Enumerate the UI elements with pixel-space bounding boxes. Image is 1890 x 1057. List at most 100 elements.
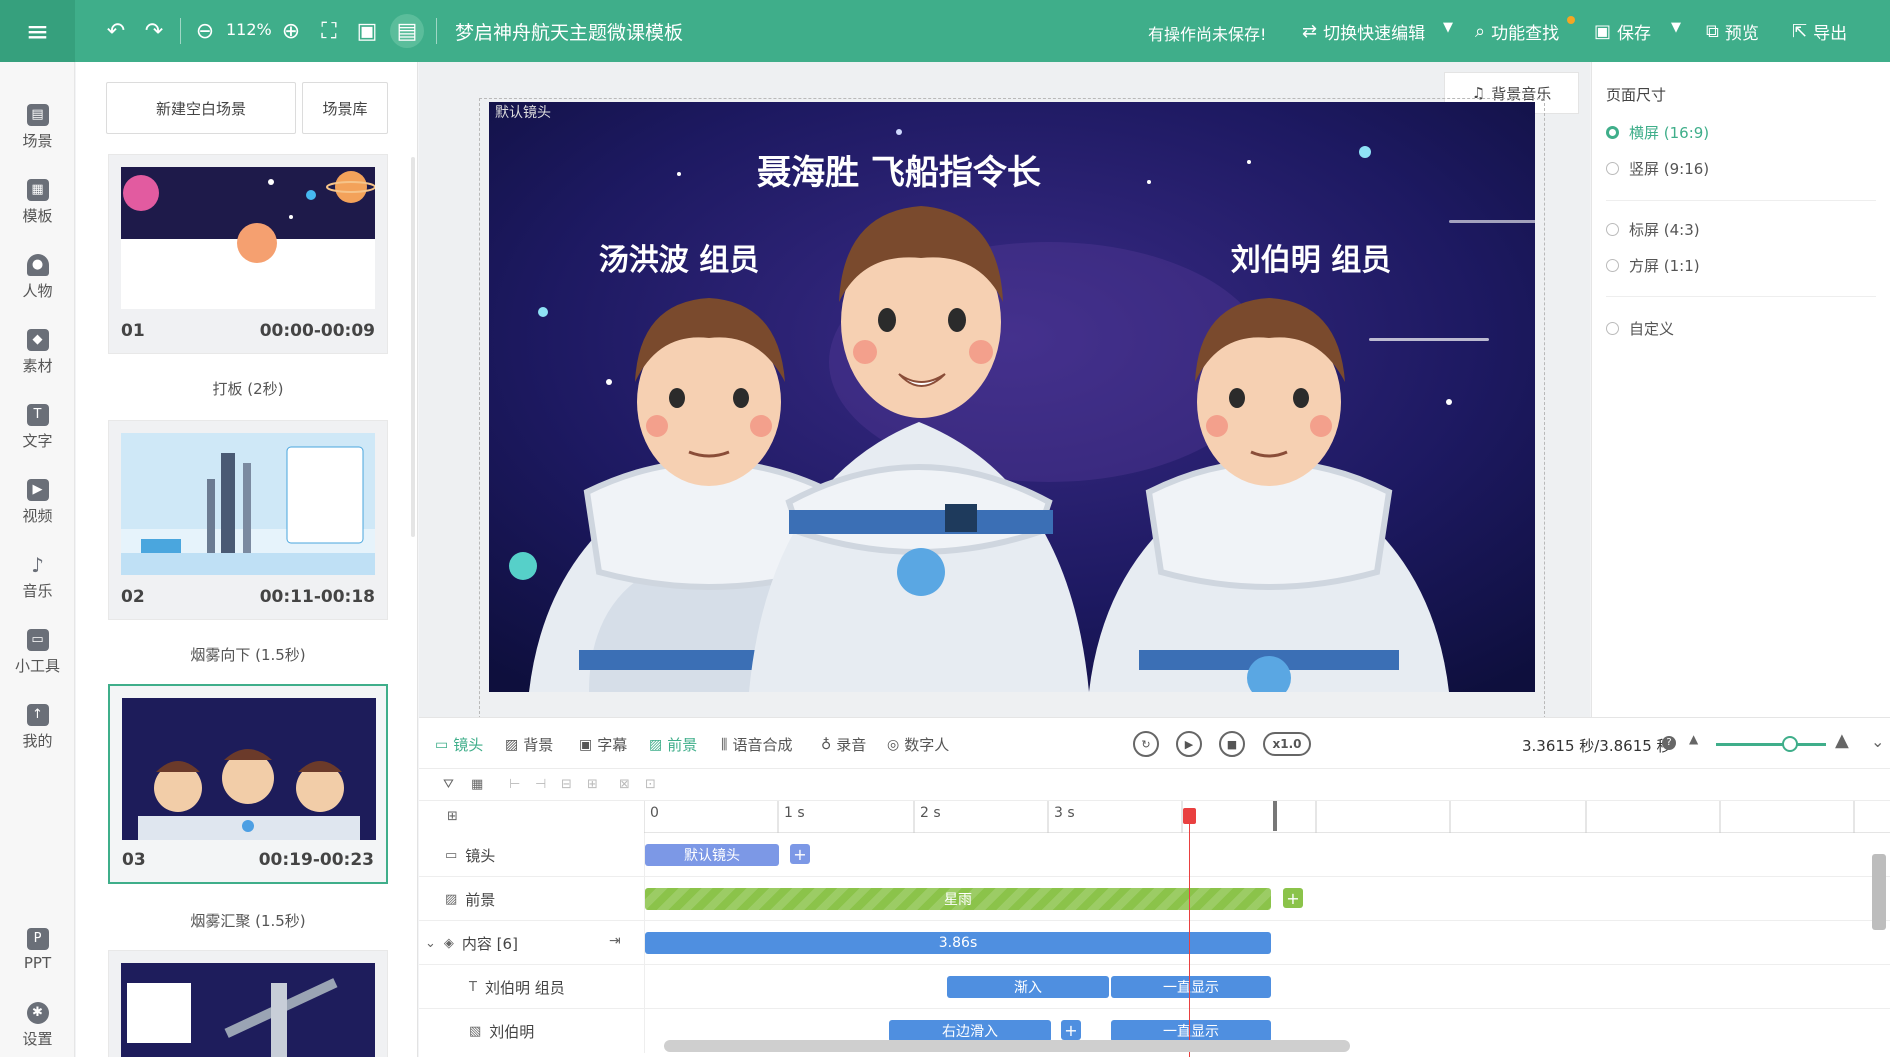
- canvas[interactable]: 聂海胜 飞船指令长 汤洪波 组员 刘伯明 组员: [489, 102, 1535, 692]
- tab-background[interactable]: ▨ 背景: [505, 734, 553, 755]
- switch-edit-button[interactable]: ⇄ 切换快速编辑: [1302, 19, 1425, 44]
- timeline-horizontal-scrollbar[interactable]: [664, 1040, 1350, 1052]
- track-label-text: 前景: [465, 891, 496, 909]
- export-icon: ⇱: [1792, 21, 1808, 42]
- layout-icon[interactable]: ⊞: [447, 809, 458, 824]
- align-left-icon[interactable]: ⊢: [509, 777, 520, 792]
- tab-foreground[interactable]: ▨ 前景: [649, 734, 697, 755]
- radio-square[interactable]: 方屏 (1:1): [1606, 255, 1700, 276]
- nav-ppt[interactable]: P PPT: [0, 928, 75, 972]
- scene-transition[interactable]: 烟雾向下 (1.5秒): [108, 644, 388, 665]
- help-icon[interactable]: ?: [1662, 736, 1676, 750]
- playback-speed[interactable]: x1.0: [1263, 732, 1311, 756]
- clip-lens[interactable]: 默认镜头: [645, 844, 779, 866]
- scene-thumbnail: [121, 963, 375, 1057]
- chevron-down-icon[interactable]: ▼: [1671, 20, 1681, 35]
- stop-icon[interactable]: ■: [1219, 731, 1245, 757]
- zoom-out-timeline-icon[interactable]: ▲: [1689, 732, 1698, 746]
- filter-icon[interactable]: ⛛: [443, 777, 454, 792]
- merge-icon[interactable]: ⊠: [619, 777, 630, 792]
- preview-button[interactable]: ⧉ 预览: [1706, 19, 1759, 44]
- zoom-in-icon[interactable]: ⊕: [276, 16, 306, 46]
- tab-record[interactable]: ♁ 录音: [821, 734, 866, 755]
- scene-transition[interactable]: 烟雾汇聚 (1.5秒): [108, 910, 388, 931]
- canvas-icon[interactable]: ▤: [390, 14, 424, 48]
- scene-card[interactable]: 01 00:00-00:09: [108, 154, 388, 354]
- nav-toolbox[interactable]: ▭ 小工具: [0, 629, 75, 676]
- clip-always-show[interactable]: 一直显示: [1111, 1020, 1271, 1042]
- clip-always-show[interactable]: 一直显示: [1111, 976, 1271, 998]
- radio-standard[interactable]: 标屏 (4:3): [1606, 219, 1700, 240]
- timeline-vertical-scrollbar[interactable]: [1872, 854, 1886, 930]
- nav-video[interactable]: ▶ 视频: [0, 479, 75, 526]
- tab-tts[interactable]: ⫼ 语音合成: [721, 734, 792, 755]
- nav-mine[interactable]: ↑ 我的: [0, 704, 75, 751]
- scene-panel-scrollbar[interactable]: [411, 157, 415, 537]
- exit-group-icon[interactable]: ⇥: [609, 933, 621, 949]
- undo-icon[interactable]: ↶: [101, 16, 131, 46]
- radio-portrait[interactable]: 竖屏 (9:16): [1606, 158, 1709, 179]
- tab-digital-human[interactable]: ◎ 数字人: [887, 734, 949, 755]
- save-button[interactable]: ▣ 保存: [1594, 19, 1651, 44]
- nav-person[interactable]: ● 人物: [0, 254, 75, 301]
- scene-card[interactable]: [108, 950, 388, 1057]
- group-icon[interactable]: ▦: [471, 777, 483, 792]
- timeline-zoom-slider[interactable]: [1716, 743, 1826, 746]
- chevron-down-icon[interactable]: ▼: [1443, 20, 1453, 35]
- foreground-icon: ▨: [445, 892, 458, 907]
- template-icon: ▦: [26, 179, 49, 201]
- timeline-zoom-thumb[interactable]: [1782, 736, 1798, 752]
- play-icon[interactable]: ▶: [1176, 731, 1202, 757]
- clip-content[interactable]: 3.86s: [645, 932, 1271, 954]
- menu-icon[interactable]: ≡: [0, 0, 75, 62]
- scene-transition[interactable]: 打板 (2秒): [108, 378, 388, 399]
- zoom-in-timeline-icon[interactable]: ▲: [1835, 730, 1849, 751]
- scene-card[interactable]: 02 00:11-00:18: [108, 420, 388, 620]
- radio-custom[interactable]: 自定义: [1606, 318, 1674, 339]
- nav-settings[interactable]: ✱ 设置: [0, 1002, 75, 1049]
- timeline-toolbar: ▭ 镜头 ▨ 背景 ▣ 字幕 ▨ 前景 ⫼ 语音合成 ♁ 录音 ◎ 数字人 ↻ ▶ ■ x1.…: [419, 717, 1890, 769]
- tab-subtitle[interactable]: ▣ 字幕: [579, 734, 627, 755]
- text-icon: T: [469, 980, 477, 995]
- radio-landscape[interactable]: 横屏 (16:9): [1606, 122, 1709, 143]
- scene-card-active[interactable]: 03 00:19-00:23: [108, 684, 388, 884]
- export-button[interactable]: ⇱ 导出: [1792, 19, 1847, 44]
- tab-lens[interactable]: ▭ 镜头: [435, 734, 483, 755]
- add-clip-button[interactable]: +: [1061, 1020, 1081, 1040]
- clip-fade-in[interactable]: 渐入: [947, 976, 1109, 998]
- radio-label: 横屏 (16:9): [1629, 124, 1710, 142]
- timeline-subtoolbar: ⛛ ▦ ⊢ ⊣ ⊟ ⊞ ⊠ ⊡: [419, 769, 1890, 801]
- tab-label: 数字人: [904, 736, 950, 754]
- ratio-icon[interactable]: ▣: [352, 16, 382, 46]
- scene-library-button[interactable]: 场景库: [302, 82, 388, 134]
- nav-text[interactable]: T 文字: [0, 404, 75, 451]
- align-center-icon[interactable]: ⊟: [561, 777, 572, 792]
- clip-slide-in[interactable]: 右边滑入: [889, 1020, 1051, 1042]
- zoom-out-icon[interactable]: ⊖: [190, 16, 220, 46]
- collapse-icon[interactable]: ⌄: [1871, 732, 1884, 751]
- redo-icon[interactable]: ↷: [139, 16, 169, 46]
- left-caption: 汤洪波 组员: [599, 243, 759, 278]
- chevron-down-icon[interactable]: ⌄: [425, 936, 436, 951]
- playhead-handle[interactable]: [1183, 808, 1196, 824]
- distribute-icon[interactable]: ⊞: [587, 777, 598, 792]
- align-right-icon[interactable]: ⊣: [535, 777, 546, 792]
- nav-material[interactable]: ◆ 素材: [0, 329, 75, 376]
- nav-music[interactable]: ♪ 音乐: [0, 554, 75, 601]
- fullscreen-icon[interactable]: ⛶: [314, 16, 344, 46]
- divider: [436, 18, 437, 44]
- nav-template[interactable]: ▦ 模板: [0, 179, 75, 226]
- timeline-end-marker[interactable]: [1273, 801, 1277, 831]
- feature-search-button[interactable]: ⌕ 功能查找: [1475, 19, 1559, 44]
- replay-icon[interactable]: ↻: [1133, 731, 1159, 757]
- nav-scene[interactable]: ▤ 场景: [0, 104, 75, 151]
- split-icon[interactable]: ⊡: [645, 777, 656, 792]
- new-blank-scene-button[interactable]: 新建空白场景: [106, 82, 296, 134]
- add-clip-button[interactable]: +: [1283, 888, 1303, 908]
- document-title[interactable]: 梦启神舟航天主题微课模板: [455, 18, 683, 45]
- add-clip-button[interactable]: +: [790, 844, 810, 864]
- nav-label: 模板: [22, 207, 53, 225]
- clip-foreground[interactable]: 星雨: [645, 888, 1271, 910]
- timeline-ruler[interactable]: 0 1 s 2 s 3 s: [643, 801, 1890, 833]
- track-label: ▭ 镜头: [445, 845, 495, 866]
